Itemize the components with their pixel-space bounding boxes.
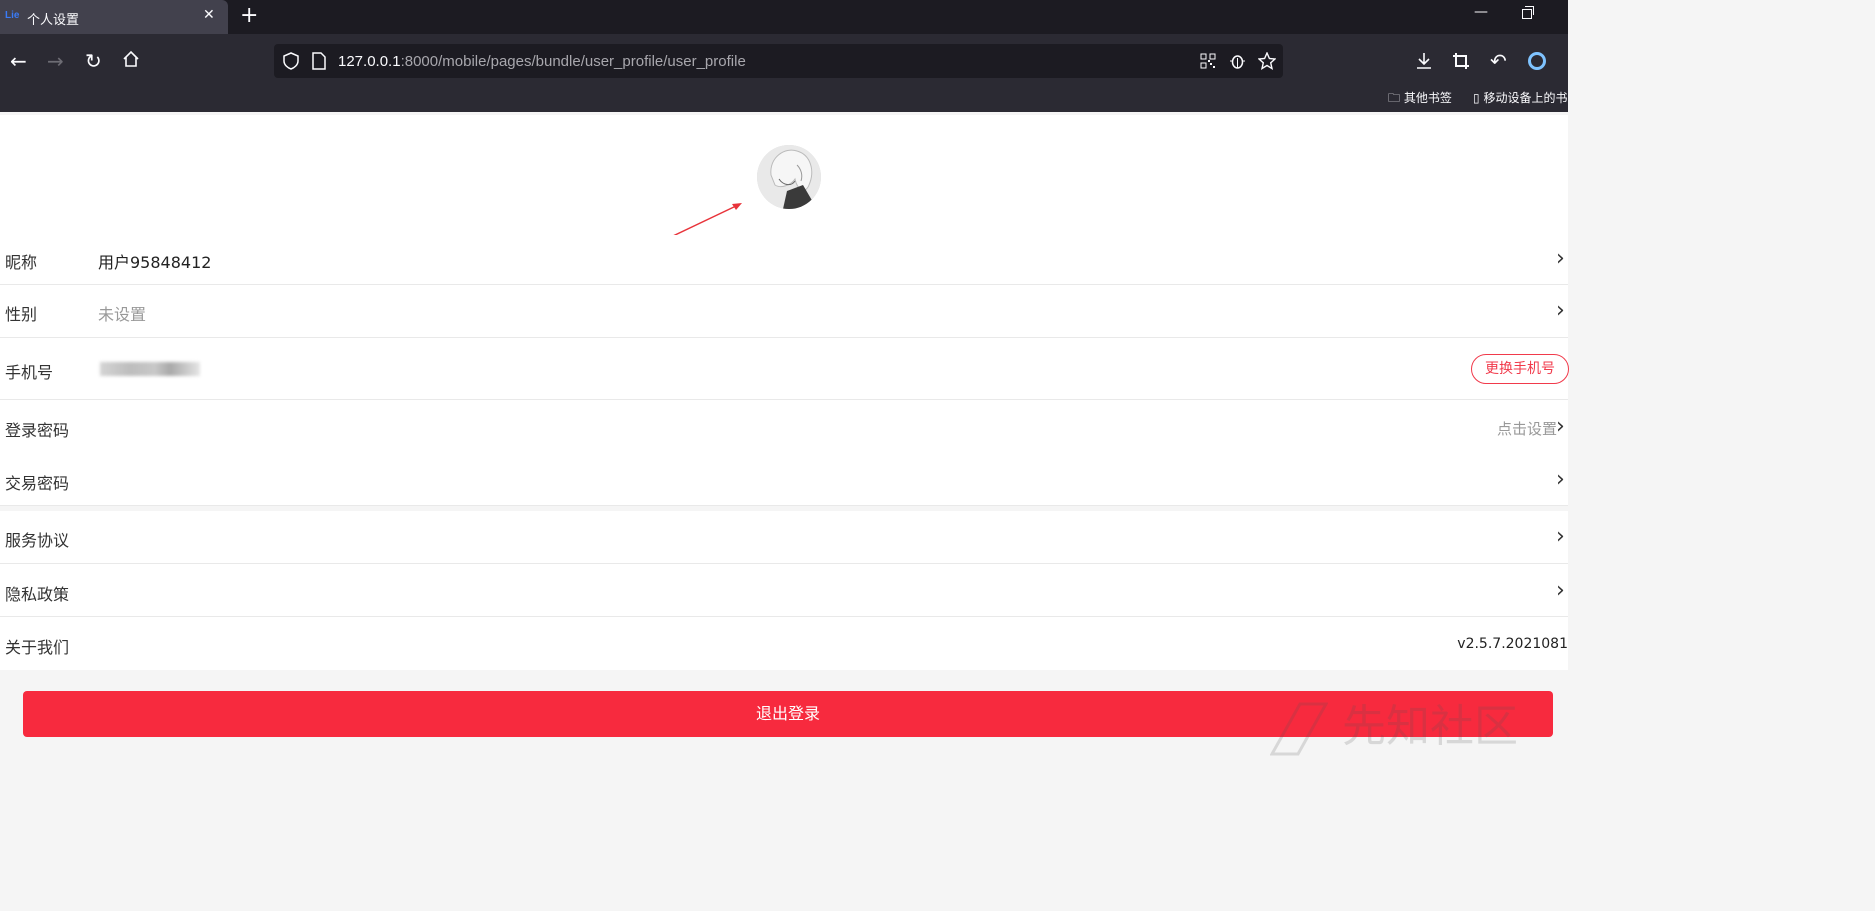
qr-code-icon[interactable]	[1200, 53, 1216, 73]
browser-nav-bar: ← → ↻ 127.0.0.1:8000/mobile/pages/bundle…	[0, 34, 1568, 112]
gender-label: 性别	[5, 305, 38, 324]
minimize-icon[interactable]: —	[1474, 4, 1488, 20]
tab-close-icon[interactable]: ✕	[203, 7, 215, 23]
row-login-password[interactable]: 登录密码 点击设置 ›	[0, 400, 1568, 453]
undo-icon[interactable]: ↶	[1490, 51, 1507, 71]
about-us-label: 关于我们	[5, 638, 70, 657]
chevron-right-icon: ›	[1556, 298, 1565, 323]
privacy-policy-label: 隐私政策	[5, 585, 70, 604]
profile-page: 昵称 用户95848412 › 性别 未设置 › 手机号 更换手机号 登录密码 …	[0, 112, 1569, 762]
bookmark-other[interactable]: 🗀 其他书签	[1388, 89, 1452, 110]
divider	[0, 505, 1568, 506]
row-trade-password[interactable]: 交易密码 ›	[0, 453, 1568, 506]
trade-password-label: 交易密码	[5, 474, 70, 493]
reload-icon[interactable]: ↻	[85, 51, 102, 71]
avatar[interactable]	[757, 145, 821, 209]
bookmark-mobile-label: 移动设备上的书	[1483, 91, 1568, 105]
row-nickname[interactable]: 昵称 用户95848412 ›	[0, 235, 1568, 285]
folder-icon: 🗀	[1388, 91, 1401, 105]
new-tab-icon[interactable]: +	[240, 4, 258, 28]
forward-icon[interactable]: →	[47, 51, 64, 71]
star-icon[interactable]	[1257, 51, 1277, 74]
phone-icon: ▯	[1473, 91, 1480, 105]
crop-icon[interactable]	[1452, 52, 1470, 74]
app-version: v2.5.7.2021081	[1457, 636, 1568, 652]
bug-icon[interactable]	[1229, 52, 1246, 74]
login-password-label: 登录密码	[5, 421, 70, 440]
watermark-text: 先知社区	[1342, 701, 1518, 752]
watermark: 先知社区	[1269, 690, 1518, 756]
shield-icon[interactable]	[283, 52, 299, 74]
chevron-right-icon: ›	[1556, 414, 1565, 439]
gender-value: 未设置	[98, 305, 147, 324]
row-about-us[interactable]: 关于我们 v2.5.7.2021081	[0, 617, 1568, 670]
service-agreement-label: 服务协议	[5, 531, 70, 550]
row-privacy-policy[interactable]: 隐私政策 ›	[0, 564, 1568, 617]
url-bar[interactable]: 127.0.0.1:8000/mobile/pages/bundle/user_…	[274, 44, 1283, 78]
chevron-right-icon: ›	[1556, 467, 1565, 492]
nickname-value: 用户95848412	[98, 253, 212, 272]
browser-tab-bar: Lie 个人设置 ✕ + —	[0, 0, 1568, 34]
tab-favicon-icon: Lie	[5, 10, 20, 21]
avatar-section	[0, 115, 1568, 256]
tab-title: 个人设置	[27, 13, 80, 28]
back-icon[interactable]: ←	[10, 51, 27, 71]
bookmark-mobile[interactable]: ▯ 移动设备上的书	[1473, 89, 1567, 106]
login-password-hint: 点击设置	[1497, 420, 1558, 438]
url-text[interactable]: 127.0.0.1:8000/mobile/pages/bundle/user_…	[338, 53, 746, 70]
row-phone: 手机号 更换手机号	[0, 338, 1569, 400]
browser-tab[interactable]: Lie 个人设置 ✕	[0, 0, 228, 34]
chevron-right-icon: ›	[1556, 246, 1565, 271]
chevron-right-icon: ›	[1556, 578, 1565, 603]
download-icon[interactable]	[1415, 52, 1433, 74]
row-gender[interactable]: 性别 未设置 ›	[0, 285, 1568, 338]
home-icon[interactable]	[122, 50, 140, 71]
row-service-agreement[interactable]: 服务协议 ›	[0, 511, 1568, 564]
chevron-right-icon: ›	[1556, 524, 1565, 549]
phone-label: 手机号	[5, 363, 54, 382]
change-phone-button[interactable]: 更换手机号	[1471, 354, 1569, 384]
restore-icon[interactable]	[1522, 6, 1534, 19]
nickname-label: 昵称	[5, 253, 38, 272]
bookmark-other-label: 其他书签	[1403, 91, 1452, 105]
page-icon[interactable]	[312, 52, 326, 74]
watermark-logo-icon	[1269, 702, 1329, 756]
phone-value-masked	[100, 362, 200, 376]
account-icon[interactable]	[1528, 52, 1546, 70]
